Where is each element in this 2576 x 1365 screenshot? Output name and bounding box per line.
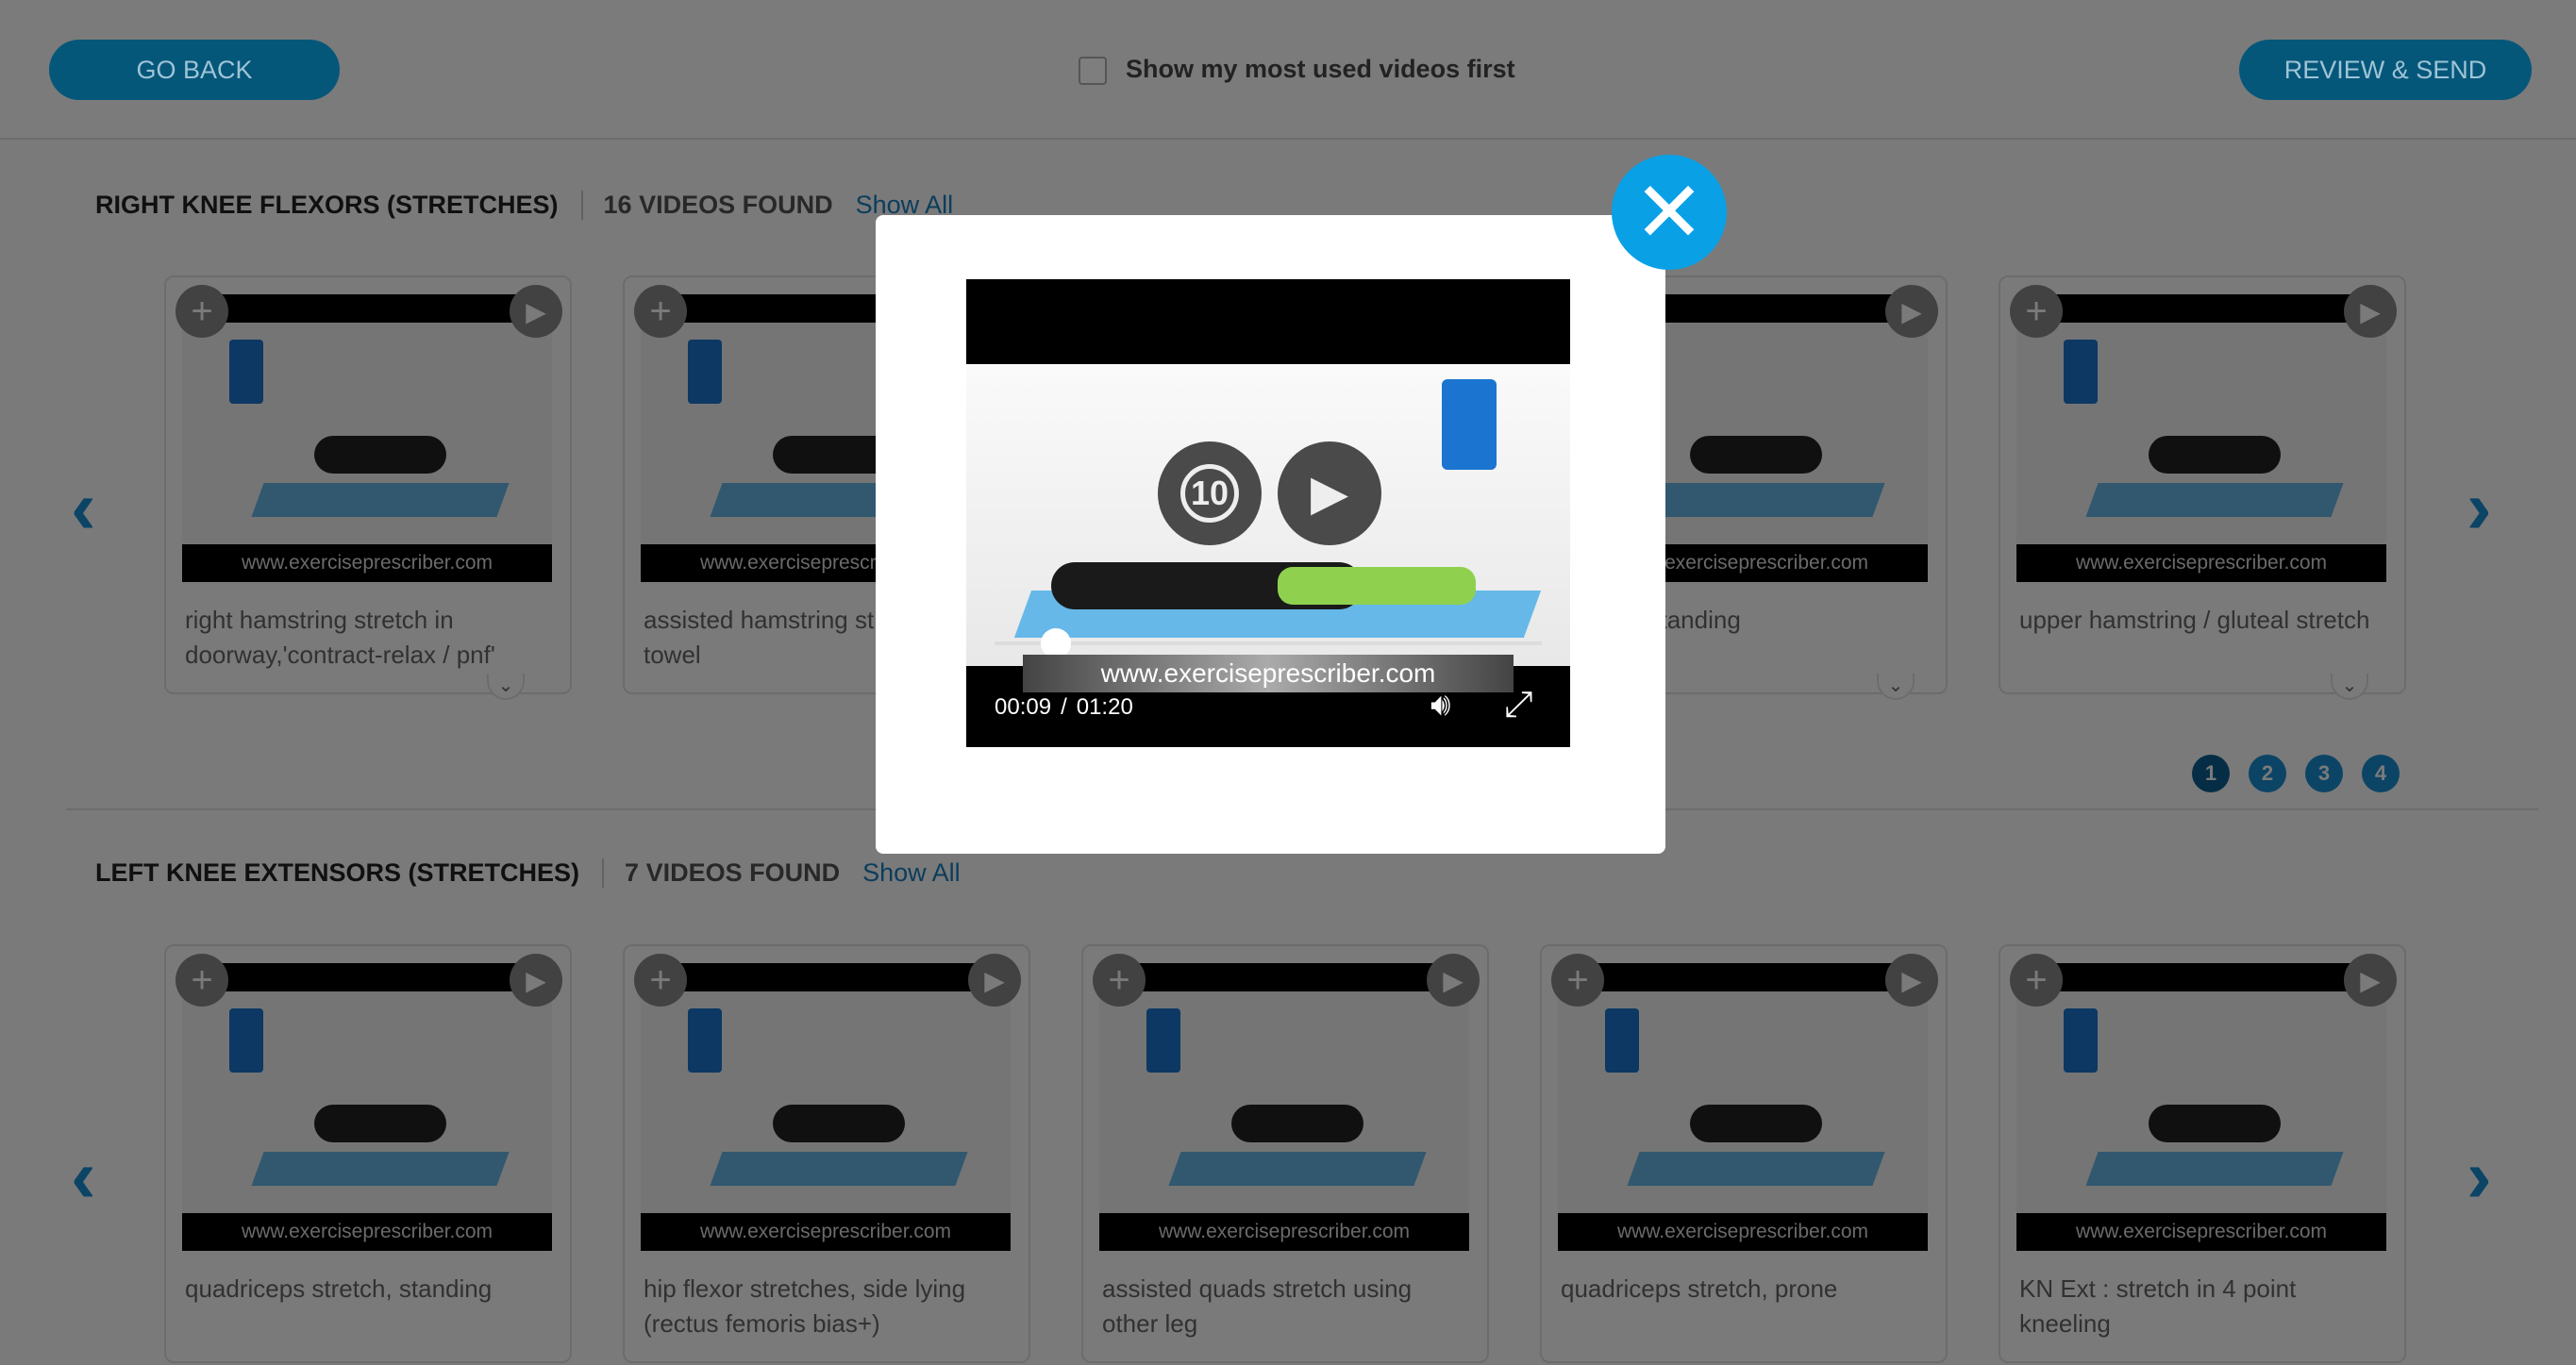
fullscreen-icon[interactable]: ⤢ bbox=[1504, 685, 1532, 725]
close-icon: ✕ bbox=[1633, 165, 1705, 260]
play-icon: ▶ bbox=[1311, 466, 1348, 521]
rewind-10-button[interactable]: 10 bbox=[1158, 441, 1262, 545]
progress-track[interactable] bbox=[995, 641, 1542, 645]
top-bar: GO BACK Show my most used videos first R… bbox=[0, 0, 2576, 140]
rewind-icon: 10 bbox=[1180, 464, 1239, 523]
volume-icon[interactable]: 🔊︎ bbox=[1430, 687, 1450, 724]
play-button[interactable]: ▶ bbox=[1278, 441, 1381, 545]
time-separator: / bbox=[1061, 694, 1067, 720]
most-used-checkbox[interactable] bbox=[1079, 57, 1107, 85]
current-time: 00:09 bbox=[995, 694, 1052, 720]
duration: 01:20 bbox=[1076, 694, 1133, 720]
go-back-button[interactable]: GO BACK bbox=[49, 40, 340, 100]
close-modal-button[interactable]: ✕ bbox=[1612, 155, 1727, 270]
most-used-label[interactable]: Show my most used videos first bbox=[1126, 55, 1515, 84]
stretch-badge-icon bbox=[1442, 379, 1497, 470]
video-modal: 10 ▶ www.exerciseprescriber.com 00:09/01… bbox=[876, 215, 1665, 854]
video-player[interactable]: 10 ▶ www.exerciseprescriber.com 00:09/01… bbox=[966, 279, 1570, 747]
towel bbox=[1278, 567, 1476, 605]
time-display: 00:09 / 01:20 bbox=[995, 694, 1133, 721]
video-frame bbox=[966, 364, 1570, 666]
review-send-button[interactable]: REVIEW & SEND bbox=[2239, 40, 2532, 100]
